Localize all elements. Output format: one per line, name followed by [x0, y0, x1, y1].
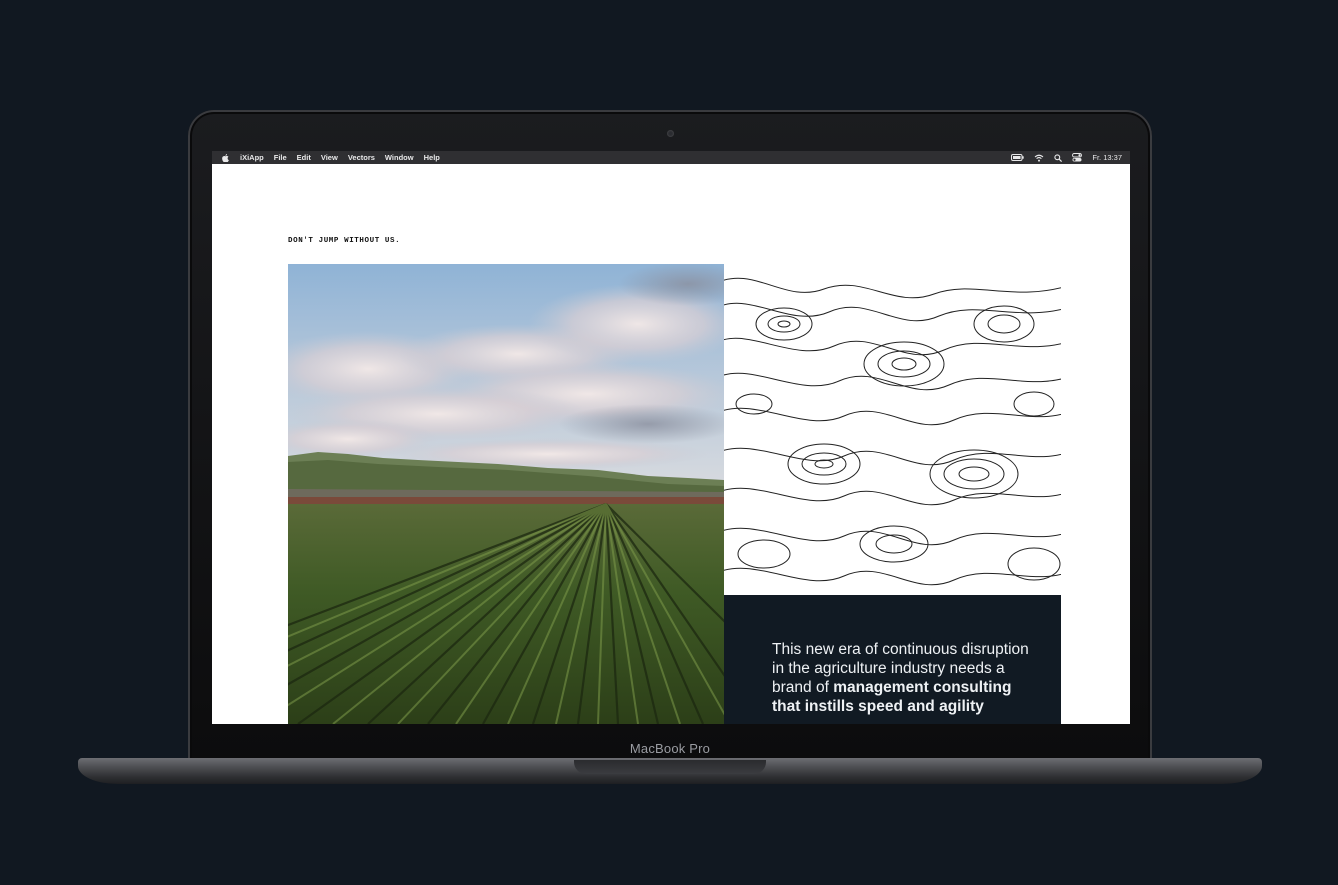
menu-bar: iXiApp File Edit View Vectors Window Hel…: [212, 151, 1130, 164]
menu-app-name[interactable]: iXiApp: [240, 153, 264, 162]
apple-icon[interactable]: [221, 153, 229, 162]
menu-file[interactable]: File: [274, 153, 287, 162]
tagline: DON'T JUMP WITHOUT US.: [288, 237, 401, 245]
menu-vectors[interactable]: Vectors: [348, 153, 375, 162]
battery-icon[interactable]: [1011, 154, 1025, 161]
camera-icon: [667, 130, 674, 137]
menu-view[interactable]: View: [321, 153, 338, 162]
menu-help[interactable]: Help: [424, 153, 440, 162]
intro-text: This new era of continuous disruption in…: [772, 640, 1032, 716]
laptop-notch: [574, 760, 766, 774]
farm-field-photo: [288, 264, 724, 724]
search-icon[interactable]: [1054, 153, 1063, 162]
menu-window[interactable]: Window: [385, 153, 414, 162]
screen: iXiApp File Edit View Vectors Window Hel…: [212, 151, 1130, 724]
menu-edit[interactable]: Edit: [297, 153, 311, 162]
device-label: MacBook Pro: [629, 741, 711, 756]
control-center-icon[interactable]: [1072, 153, 1083, 162]
wifi-icon[interactable]: [1034, 154, 1044, 162]
menu-clock[interactable]: Fr. 13:37: [1092, 153, 1122, 162]
topographic-lines-pattern: [724, 264, 1061, 595]
status-area: Fr. 13:37: [1011, 151, 1122, 164]
intro-panel: This new era of continuous disruption in…: [724, 595, 1061, 724]
